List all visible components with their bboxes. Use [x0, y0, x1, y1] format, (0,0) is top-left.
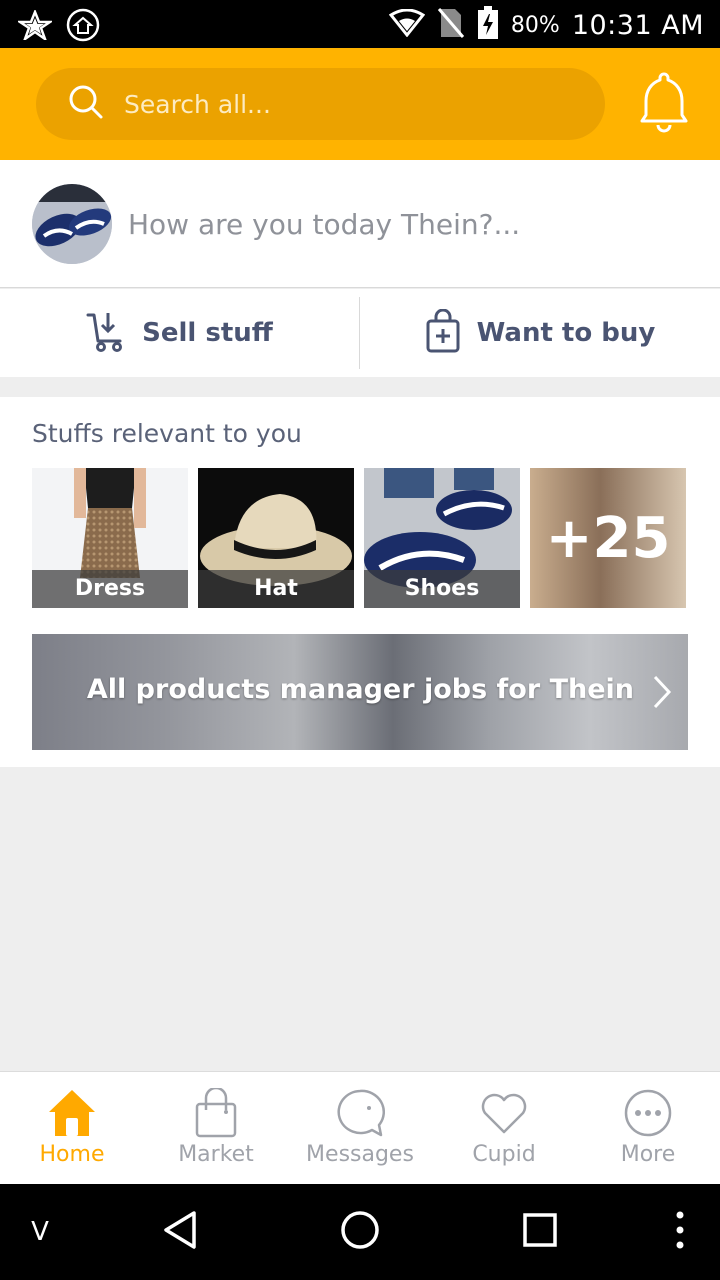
nav-label: Messages [306, 1142, 414, 1167]
battery-level: 80% [510, 12, 560, 38]
nav-label: Market [178, 1142, 254, 1167]
nav-messages[interactable]: Messages [288, 1072, 432, 1185]
category-label: Dress [32, 570, 188, 608]
jobs-banner[interactable]: All products manager jobs for Thein [32, 634, 688, 750]
more-count: +25 [545, 505, 671, 571]
star-badge-icon [15, 8, 55, 44]
bag-plus-icon [425, 308, 461, 357]
status-composer[interactable]: How are you today Thein?... [0, 160, 720, 288]
category-label: Shoes [364, 570, 520, 608]
want-to-buy-label: Want to buy [476, 318, 656, 348]
category-shoes[interactable]: Shoes [364, 468, 520, 608]
vertical-dots-icon [675, 1210, 685, 1254]
system-v-button[interactable]: V [20, 1184, 60, 1280]
status-prompt[interactable]: How are you today Thein?... [128, 208, 520, 241]
cart-download-icon [86, 309, 126, 357]
category-hat[interactable]: Hat [198, 468, 354, 608]
clock: 10:31 AM [571, 9, 704, 41]
system-v-label: V [31, 1217, 49, 1247]
chat-bubble-icon [335, 1088, 386, 1138]
nav-more[interactable]: More [576, 1072, 720, 1185]
nav-label: Cupid [472, 1142, 536, 1167]
want-to-buy-button[interactable]: Want to buy [360, 289, 720, 377]
square-recents-icon [522, 1212, 558, 1252]
relevant-section: Stuffs relevant to you Dress Hat Shoes +… [0, 397, 720, 767]
avatar[interactable] [32, 184, 112, 264]
nav-market[interactable]: Market [144, 1072, 288, 1185]
shopping-bag-icon [191, 1086, 241, 1138]
search-icon [68, 84, 104, 124]
sell-stuff-label: Sell stuff [142, 318, 273, 348]
battery-charging-icon [477, 6, 499, 44]
app-header: Search all... [0, 48, 720, 160]
category-thumbnails: Dress Hat Shoes +25 [32, 468, 686, 608]
category-more[interactable]: +25 [530, 468, 686, 608]
category-dress[interactable]: Dress [32, 468, 188, 608]
more-dots-icon [623, 1088, 673, 1138]
back-button[interactable] [150, 1184, 210, 1280]
home-icon [47, 1088, 97, 1138]
back-icon [162, 1210, 198, 1254]
system-nav-bar: V [0, 1184, 720, 1280]
bell-icon[interactable] [640, 72, 688, 138]
home-system-button[interactable] [330, 1184, 390, 1280]
nav-label: Home [39, 1142, 105, 1167]
wifi-icon [388, 8, 426, 41]
sell-stuff-button[interactable]: Sell stuff [0, 289, 359, 377]
nav-home[interactable]: Home [0, 1072, 144, 1185]
nav-label: More [620, 1142, 676, 1167]
status-bar: 80% 10:31 AM [0, 0, 720, 48]
jobs-banner-text: All products manager jobs for Thein [86, 674, 634, 705]
no-sim-icon [437, 7, 465, 43]
heart-icon [479, 1088, 529, 1138]
section-title: Stuffs relevant to you [32, 419, 302, 448]
category-label: Hat [198, 570, 354, 608]
bottom-nav: Home Market Messages Cupid More [0, 1071, 720, 1184]
action-row: Sell stuff Want to buy [0, 289, 720, 377]
nav-cupid[interactable]: Cupid [432, 1072, 576, 1185]
recents-button[interactable] [510, 1184, 570, 1280]
home-badge-icon [66, 8, 100, 46]
search-input[interactable]: Search all... [124, 90, 271, 119]
circle-home-icon [340, 1210, 380, 1254]
chevron-right-icon [652, 674, 672, 714]
overflow-menu-button[interactable] [660, 1184, 700, 1280]
search-bar[interactable]: Search all... [36, 68, 605, 140]
